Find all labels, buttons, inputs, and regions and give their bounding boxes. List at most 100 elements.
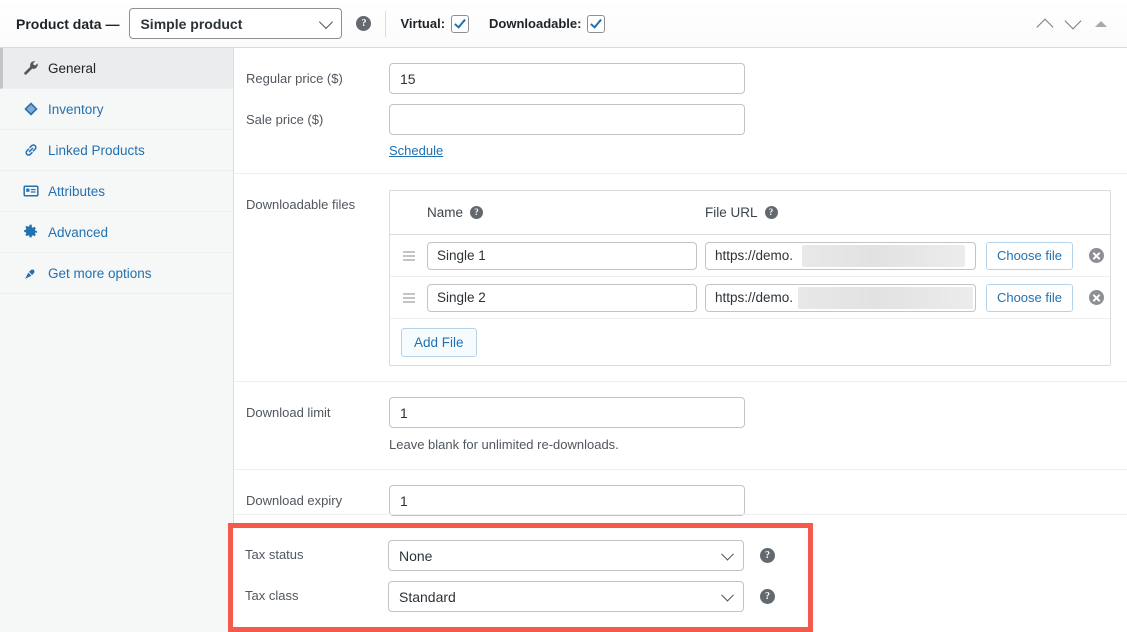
sidebar-item-label: Get more options bbox=[48, 266, 152, 281]
drag-handle-icon[interactable] bbox=[390, 293, 427, 303]
diamond-icon bbox=[22, 101, 39, 118]
header-controls bbox=[1039, 18, 1113, 30]
sidebar-item-get-more-options[interactable]: Get more options bbox=[0, 253, 233, 294]
tax-status-select[interactable]: None bbox=[388, 540, 744, 571]
downloadable-checkbox-row[interactable]: Downloadable: bbox=[489, 15, 605, 33]
file-name-value: Single 2 bbox=[437, 290, 486, 305]
file-name-value: Single 1 bbox=[437, 248, 486, 263]
redaction-overlay bbox=[798, 287, 973, 309]
download-limit-label: Download limit bbox=[234, 397, 389, 422]
tax-class-value: Standard bbox=[399, 589, 456, 605]
sidebar-item-label: Attributes bbox=[48, 184, 105, 199]
download-expiry-input[interactable]: 1 bbox=[389, 485, 745, 516]
virtual-label: Virtual: bbox=[400, 16, 445, 31]
download-expiry-label: Download expiry bbox=[234, 485, 389, 510]
tax-status-value: None bbox=[399, 548, 432, 564]
choose-file-button[interactable]: Choose file bbox=[986, 242, 1073, 270]
sidebar-item-attributes[interactable]: Attributes bbox=[0, 171, 233, 212]
sidebar-item-inventory[interactable]: Inventory bbox=[0, 89, 233, 130]
virtual-checkbox-row[interactable]: Virtual: bbox=[400, 15, 469, 33]
panel-header: Product data — Simple product ? Virtual:… bbox=[0, 0, 1127, 48]
plug-icon bbox=[22, 265, 39, 282]
url-column-label: File URL bbox=[705, 205, 758, 220]
downloadable-files-row: Downloadable files Name ? File URL bbox=[234, 184, 1127, 371]
help-circle-icon[interactable]: ? bbox=[760, 548, 775, 563]
help-circle-icon[interactable]: ? bbox=[470, 206, 483, 219]
file-url-cell: https://demo. bbox=[705, 284, 986, 312]
chevron-down-icon bbox=[721, 588, 734, 601]
table-row: Single 2 https://demo. bbox=[390, 277, 1110, 319]
product-type-select[interactable]: Simple product bbox=[129, 8, 342, 39]
downloadable-files-label: Downloadable files bbox=[234, 189, 389, 214]
remove-file-button[interactable] bbox=[1083, 290, 1110, 305]
choose-file-cell: Choose file bbox=[986, 242, 1083, 270]
virtual-checkbox[interactable] bbox=[451, 15, 469, 33]
drag-handle-icon[interactable] bbox=[390, 251, 427, 261]
schedule-link[interactable]: Schedule bbox=[389, 143, 443, 158]
regular-price-row: Regular price ($) 15 bbox=[234, 58, 1127, 99]
file-name-cell: Single 1 bbox=[427, 242, 705, 270]
choose-file-cell: Choose file bbox=[986, 284, 1083, 312]
download-limit-group: Download limit 1 Leave blank for unlimit… bbox=[234, 382, 1127, 470]
regular-price-input[interactable]: 15 bbox=[389, 63, 745, 94]
help-circle-icon[interactable]: ? bbox=[356, 16, 371, 31]
download-limit-row: Download limit 1 Leave blank for unlimit… bbox=[234, 392, 1127, 459]
panel-body: General Inventory Linked Products Attrib… bbox=[0, 48, 1127, 632]
file-url-input[interactable]: https://demo. bbox=[705, 284, 976, 312]
chevron-down-icon[interactable] bbox=[1065, 12, 1082, 29]
file-url-value: https://demo. bbox=[715, 290, 793, 305]
page-title: Product data — bbox=[16, 16, 119, 32]
tax-section-divider bbox=[234, 514, 1127, 515]
file-url-input[interactable]: https://demo. bbox=[705, 242, 976, 270]
regular-price-label: Regular price ($) bbox=[234, 63, 389, 88]
chevron-down-icon bbox=[721, 547, 734, 560]
triangle-up-icon[interactable] bbox=[1095, 21, 1107, 27]
sidebar-item-label: Linked Products bbox=[48, 143, 145, 158]
wrench-icon bbox=[22, 60, 39, 77]
file-name-input[interactable]: Single 1 bbox=[427, 242, 697, 270]
sidebar-item-label: Inventory bbox=[48, 102, 104, 117]
help-circle-icon[interactable]: ? bbox=[760, 589, 775, 604]
download-limit-help: Leave blank for unlimited re-downloads. bbox=[389, 436, 1127, 454]
add-file-button[interactable]: Add File bbox=[401, 328, 477, 357]
product-data-panel: Product data — Simple product ? Virtual:… bbox=[0, 0, 1127, 632]
sidebar-item-linked-products[interactable]: Linked Products bbox=[0, 130, 233, 171]
downloadable-files-table: Name ? File URL ? bbox=[389, 190, 1111, 366]
download-limit-input[interactable]: 1 bbox=[389, 397, 745, 428]
link-icon bbox=[22, 142, 39, 159]
general-tab-content: Regular price ($) 15 Sale price ($) Sche… bbox=[234, 48, 1127, 632]
download-expiry-value: 1 bbox=[400, 493, 408, 509]
sale-price-input[interactable] bbox=[389, 104, 745, 135]
gear-icon bbox=[22, 224, 39, 241]
downloadable-checkbox[interactable] bbox=[587, 15, 605, 33]
remove-file-button[interactable] bbox=[1083, 248, 1110, 263]
file-name-input[interactable]: Single 2 bbox=[427, 284, 697, 312]
table-header: Name ? File URL ? bbox=[390, 191, 1110, 235]
chevron-up-icon[interactable] bbox=[1037, 18, 1054, 35]
card-icon bbox=[22, 183, 39, 200]
downloadable-files-group: Downloadable files Name ? File URL bbox=[234, 174, 1127, 382]
tax-class-select[interactable]: Standard bbox=[388, 581, 744, 612]
tax-settings-highlight: Tax status None ? Tax class Standard ? bbox=[228, 523, 813, 632]
redaction-overlay bbox=[802, 245, 965, 267]
file-url-cell: https://demo. bbox=[705, 242, 986, 270]
header-divider bbox=[385, 11, 386, 37]
file-url-value: https://demo. bbox=[715, 248, 793, 263]
tax-status-label: Tax status bbox=[233, 546, 388, 564]
table-footer: Add File bbox=[390, 319, 1110, 365]
choose-file-button[interactable]: Choose file bbox=[986, 284, 1073, 312]
sale-price-row: Sale price ($) Schedule bbox=[234, 99, 1127, 163]
sidebar-item-general[interactable]: General bbox=[0, 48, 233, 89]
help-circle-icon[interactable]: ? bbox=[765, 206, 778, 219]
name-column-label: Name bbox=[427, 205, 463, 220]
product-type-value: Simple product bbox=[140, 16, 242, 32]
sidebar-item-advanced[interactable]: Advanced bbox=[0, 212, 233, 253]
tax-class-label: Tax class bbox=[233, 587, 388, 605]
sidebar-item-label: General bbox=[48, 61, 96, 76]
pricing-group: Regular price ($) 15 Sale price ($) Sche… bbox=[234, 48, 1127, 174]
sale-price-label: Sale price ($) bbox=[234, 104, 389, 129]
chevron-down-icon bbox=[319, 14, 333, 28]
remove-circle-icon bbox=[1089, 290, 1104, 305]
name-column-header: Name ? bbox=[427, 205, 705, 220]
download-limit-value: 1 bbox=[400, 405, 408, 421]
